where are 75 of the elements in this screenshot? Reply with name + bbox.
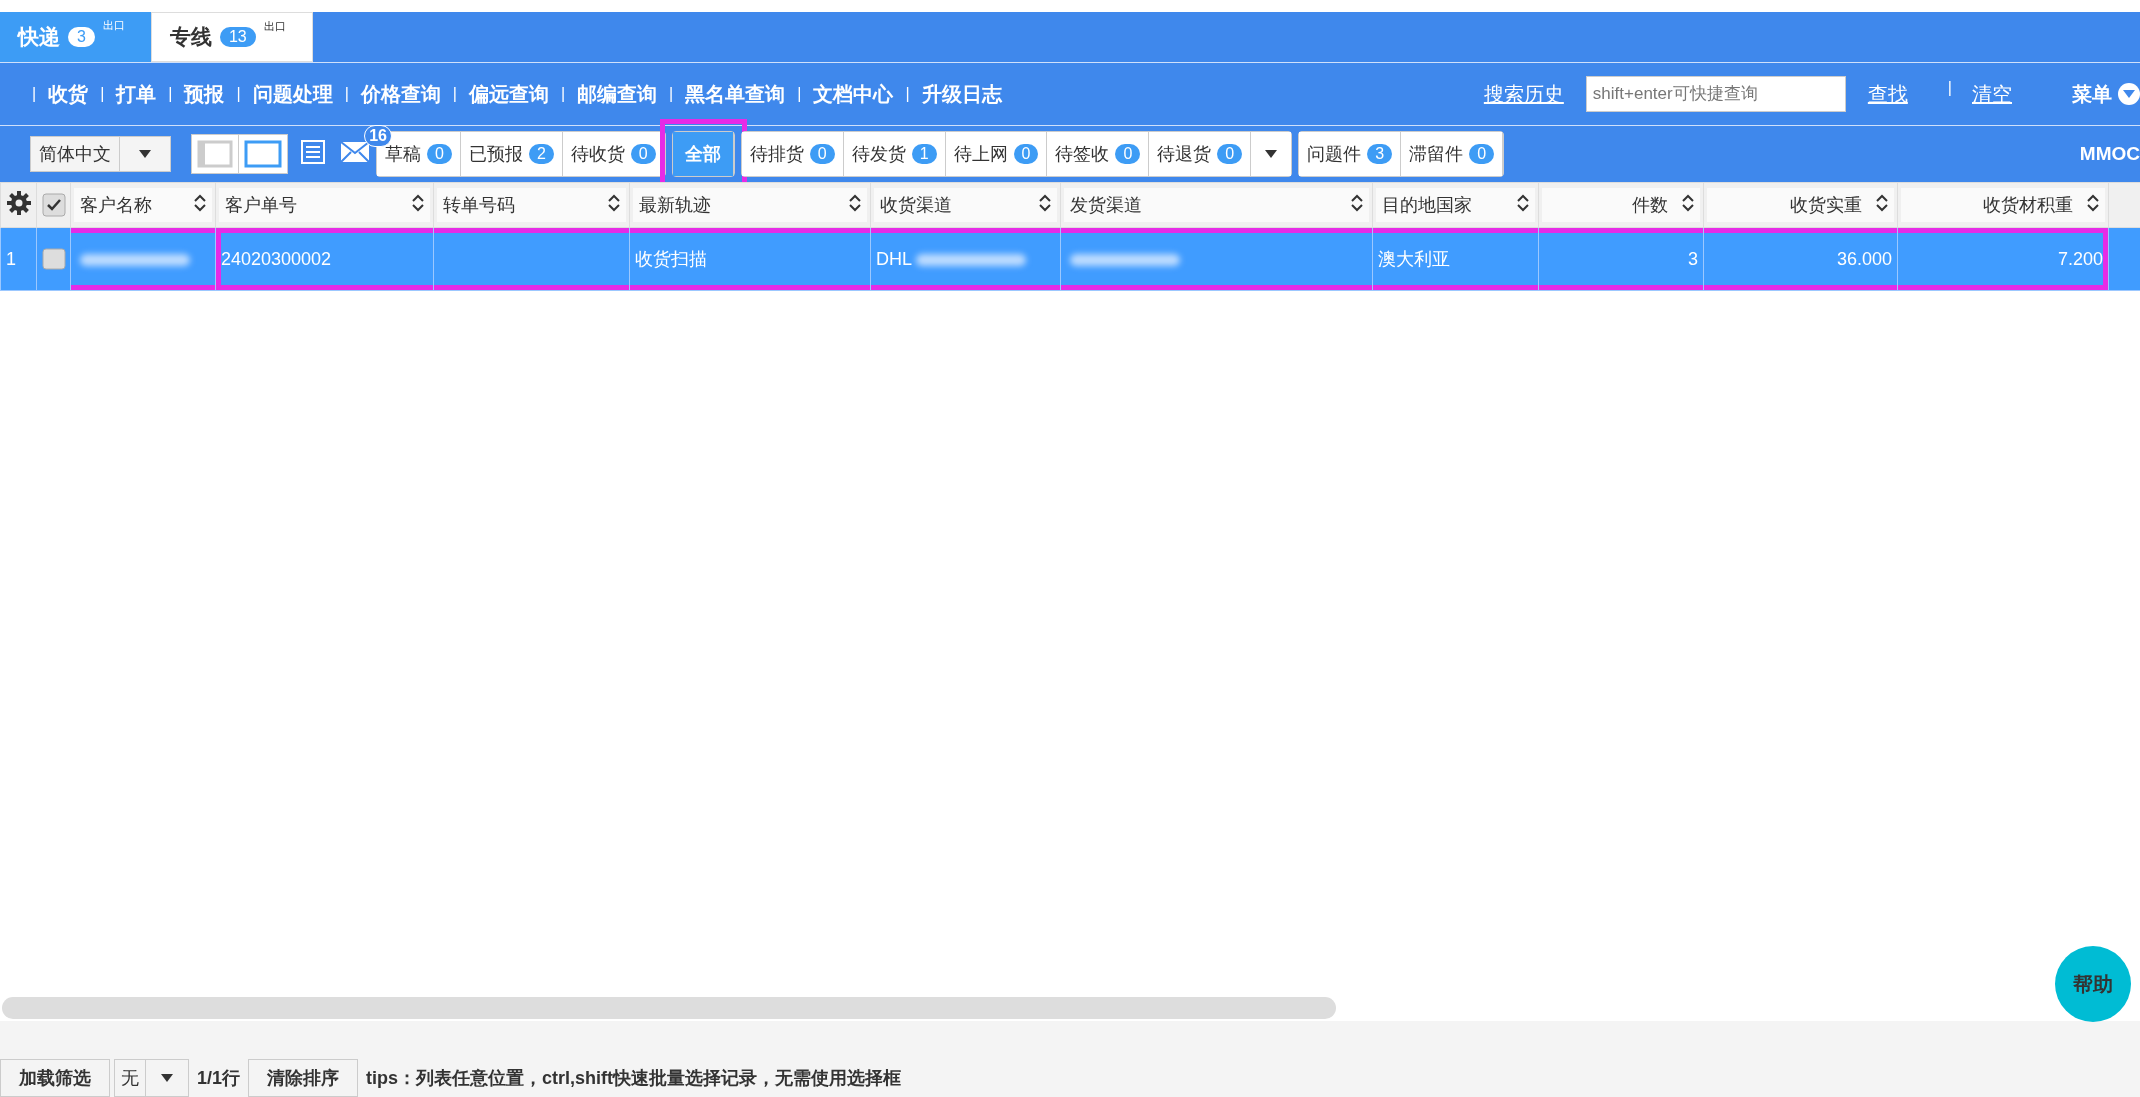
count-badge: 0 xyxy=(1217,144,1243,164)
nav-link[interactable]: 文档中心 xyxy=(813,80,894,108)
column-header[interactable]: 目的地国家 xyxy=(1376,188,1535,222)
column-header[interactable]: 收货实重 xyxy=(1707,188,1894,222)
column-header[interactable]: 客户名称 xyxy=(74,188,212,222)
module-tab[interactable]: 专线 13 出口 xyxy=(150,12,313,62)
column-header[interactable]: 最新轨迹 xyxy=(633,188,867,222)
separator: | xyxy=(100,85,105,103)
load-filter-button[interactable]: 加载筛选 xyxy=(0,1059,110,1097)
nav-link[interactable]: 价格查询 xyxy=(360,80,441,108)
filter-value: 无 xyxy=(120,1067,140,1090)
count-badge: 13 xyxy=(219,27,256,47)
count-badge: 0 xyxy=(1115,144,1141,164)
nav-link[interactable]: 预报 xyxy=(184,80,225,108)
settings-icon[interactable] xyxy=(0,182,37,228)
table-cell: 澳大利亚 xyxy=(1372,227,1539,291)
column-header[interactable]: 收货材积重 xyxy=(1901,188,2105,222)
separator: | xyxy=(905,85,910,103)
count-badge: 0 xyxy=(1013,144,1039,164)
count-badge: 3 xyxy=(1367,144,1393,164)
separator: | xyxy=(32,85,37,103)
clear-sort-button[interactable]: 清除排序 xyxy=(248,1059,359,1097)
filter-select[interactable]: 无 xyxy=(114,1059,189,1097)
column-header[interactable]: 件数 xyxy=(1542,188,1700,222)
nav-link[interactable]: 黑名单查询 xyxy=(685,80,786,108)
caret-icon xyxy=(1265,150,1278,158)
status-tab[interactable]: 问题件 3 xyxy=(1299,132,1402,176)
count-badge: 0 xyxy=(427,144,452,164)
separator: | xyxy=(560,85,566,103)
language-select[interactable]: 简体中文 xyxy=(30,136,171,172)
count-badge: 2 xyxy=(528,144,554,164)
count-badge: 0 xyxy=(809,144,835,164)
row-number: 1 xyxy=(0,227,37,291)
tab-tag: 出口 xyxy=(102,18,125,33)
column-header[interactable]: 客户单号 xyxy=(219,188,430,222)
column-header[interactable]: 收货渠道 xyxy=(874,188,1057,222)
language-value: 简体中文 xyxy=(38,143,112,166)
separator: | xyxy=(797,85,802,103)
table-cell: 3 xyxy=(1538,227,1704,291)
separator: | xyxy=(168,85,173,103)
find-link[interactable]: 查找 xyxy=(1867,80,1908,108)
count-badge: 3 xyxy=(68,27,95,47)
tips-text: tips：列表任意位置，ctrl,shift快速批量选择记录，无需使用选择框 xyxy=(365,1067,903,1090)
row-count: 1/1行 xyxy=(196,1067,242,1090)
nav-link[interactable]: 偏远查询 xyxy=(468,80,549,108)
separator: | xyxy=(236,85,241,103)
table-cell: 36.000 xyxy=(1703,227,1898,291)
row-handle-icon[interactable] xyxy=(42,248,66,271)
column-header[interactable]: 转单号码 xyxy=(437,188,626,222)
table-cell: DHL xyxy=(870,227,1061,291)
count-badge: 1 xyxy=(911,144,937,164)
search-field[interactable]: shift+enter可快捷查询 xyxy=(1585,76,1846,112)
tab-tag: 出口 xyxy=(263,19,286,34)
column-header[interactable]: 发货渠道 xyxy=(1064,188,1369,222)
separator: | xyxy=(452,85,457,103)
nav-link[interactable]: 升级日志 xyxy=(921,80,1002,108)
table-cell: 7.200 xyxy=(1897,227,2109,291)
nav-link[interactable]: 收货 xyxy=(48,80,89,108)
select-all-icon[interactable] xyxy=(41,193,66,217)
table-cell: 收货扫描 xyxy=(629,227,871,291)
nav-link[interactable]: 邮编查询 xyxy=(577,80,658,108)
search-history-link[interactable]: 搜索历史 xyxy=(1483,80,1564,108)
user-name: MMOC xyxy=(2079,143,2140,165)
separator: | xyxy=(344,85,349,103)
clear-link[interactable]: 清空 xyxy=(1972,80,2012,108)
table-cell: 24020300002 xyxy=(215,227,434,291)
separator: | xyxy=(669,85,674,103)
menu-button[interactable]: 菜单 xyxy=(2072,80,2140,108)
nav-link[interactable]: 问题处理 xyxy=(252,80,333,108)
status-tab[interactable]: 待排货 0 xyxy=(741,132,844,176)
scrollbar[interactable] xyxy=(2,997,1336,1019)
separator: | xyxy=(1947,79,1952,97)
nav-link[interactable]: 打单 xyxy=(116,80,157,108)
count-badge: 0 xyxy=(630,144,656,164)
count-badge: 0 xyxy=(1469,144,1495,164)
